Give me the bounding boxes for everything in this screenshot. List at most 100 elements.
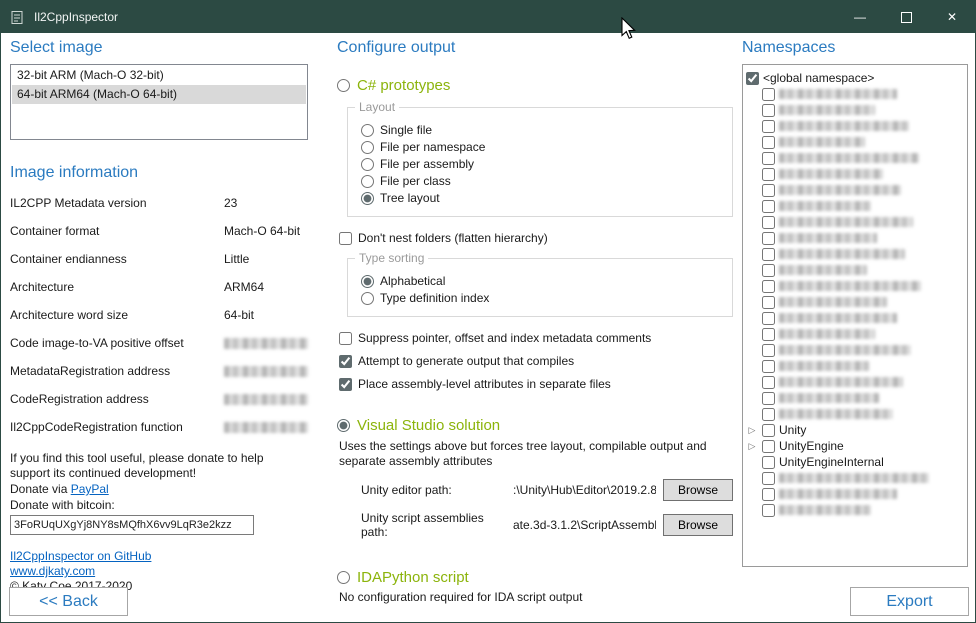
namespace-row[interactable] (746, 310, 964, 326)
namespace-checkbox[interactable] (762, 440, 775, 453)
bitcoin-address-input[interactable] (10, 515, 254, 535)
namespace-checkbox[interactable] (762, 248, 775, 261)
sorting-alphabetical-radio[interactable] (361, 275, 374, 288)
namespace-row[interactable]: <global namespace> (746, 70, 964, 86)
sorting-type-definition-index-radio[interactable] (361, 292, 374, 305)
browse-unity-editor-button[interactable]: Browse (663, 479, 733, 501)
minimize-button[interactable]: — (837, 1, 883, 33)
namespace-checkbox[interactable] (762, 392, 775, 405)
namespace-row[interactable] (746, 86, 964, 102)
namespace-checkbox[interactable] (762, 504, 775, 517)
compilable-output-label: Attempt to generate output that compiles (358, 354, 574, 368)
namespace-checkbox[interactable] (762, 216, 775, 229)
namespace-row[interactable] (746, 246, 964, 262)
image-information-heading: Image information (10, 164, 308, 182)
namespace-checkbox[interactable] (762, 360, 775, 373)
website-link[interactable]: www.djkaty.com (10, 564, 95, 578)
suppress-metadata-comments-checkbox[interactable] (339, 332, 352, 345)
separate-attribute-files-checkbox[interactable] (339, 378, 352, 391)
image-list-item[interactable]: 32-bit ARM (Mach-O 32-bit) (12, 66, 306, 85)
image-listbox[interactable]: 32-bit ARM (Mach-O 32-bit) 64-bit ARM64 … (10, 64, 308, 140)
namespace-checkbox[interactable] (762, 296, 775, 309)
namespace-row[interactable] (746, 390, 964, 406)
namespace-row[interactable]: ▷ UnityEngine (746, 438, 964, 454)
visual-studio-solution-radio[interactable] (337, 419, 350, 432)
namespace-checkbox[interactable] (762, 376, 775, 389)
namespace-checkbox[interactable] (762, 88, 775, 101)
namespaces-panel: Namespaces <global namespace> (742, 39, 968, 567)
namespace-checkbox[interactable] (762, 456, 775, 469)
expander-icon[interactable]: ▷ (746, 422, 758, 438)
namespace-checkbox[interactable] (762, 152, 775, 165)
namespace-row[interactable] (746, 358, 964, 374)
namespace-checkbox[interactable] (762, 104, 775, 117)
close-button[interactable]: ✕ (929, 1, 975, 33)
namespace-row[interactable] (746, 278, 964, 294)
namespace-row[interactable] (746, 262, 964, 278)
namespace-row[interactable] (746, 294, 964, 310)
namespace-row[interactable] (746, 166, 964, 182)
namespace-checkbox[interactable] (762, 200, 775, 213)
namespace-checkbox[interactable] (762, 280, 775, 293)
namespace-row[interactable] (746, 150, 964, 166)
idapython-script-radio[interactable] (337, 571, 350, 584)
csharp-prototypes-radio[interactable] (337, 79, 350, 92)
layout-file-per-class-radio[interactable] (361, 175, 374, 188)
namespace-row[interactable] (746, 214, 964, 230)
redacted-label (779, 105, 875, 115)
image-list-item-selected[interactable]: 64-bit ARM64 (Mach-O 64-bit) (12, 85, 306, 104)
namespace-checkbox[interactable] (762, 312, 775, 325)
namespace-checkbox[interactable] (762, 424, 775, 437)
layout-tree-layout-radio[interactable] (361, 192, 374, 205)
namespace-checkbox[interactable] (762, 472, 775, 485)
export-button[interactable]: Export (850, 587, 969, 616)
namespace-checkbox[interactable] (762, 264, 775, 277)
namespace-row[interactable] (746, 182, 964, 198)
namespace-checkbox[interactable] (762, 328, 775, 341)
namespace-checkbox[interactable] (762, 408, 775, 421)
namespace-row[interactable] (746, 502, 964, 518)
idapython-script-label: IDAPython script (357, 569, 469, 586)
namespace-checkbox[interactable] (762, 120, 775, 133)
namespace-row[interactable] (746, 486, 964, 502)
maximize-icon (901, 12, 912, 23)
expander-icon[interactable]: ▷ (746, 438, 758, 454)
namespace-row[interactable]: ▷ Unity (746, 422, 964, 438)
layout-file-per-assembly-radio[interactable] (361, 158, 374, 171)
namespace-row[interactable] (746, 374, 964, 390)
layout-option-label: File per class (380, 174, 451, 188)
namespace-checkbox[interactable] (762, 488, 775, 501)
namespace-row[interactable] (746, 198, 964, 214)
layout-file-per-namespace-radio[interactable] (361, 141, 374, 154)
namespace-row[interactable] (746, 134, 964, 150)
namespace-checkbox[interactable] (762, 232, 775, 245)
namespace-checkbox[interactable] (746, 72, 759, 85)
github-link[interactable]: Il2CppInspector on GitHub (10, 549, 151, 563)
window-controls: — ✕ (837, 1, 975, 33)
namespace-list[interactable]: <global namespace> (742, 64, 968, 567)
namespace-row[interactable] (746, 230, 964, 246)
namespace-checkbox[interactable] (762, 344, 775, 357)
layout-single-file-radio[interactable] (361, 124, 374, 137)
paypal-link[interactable]: PayPal (71, 482, 109, 496)
back-button[interactable]: << Back (9, 587, 128, 616)
namespace-row[interactable] (746, 102, 964, 118)
compilable-output-checkbox[interactable] (339, 355, 352, 368)
maximize-button[interactable] (883, 1, 929, 33)
namespace-row[interactable] (746, 326, 964, 342)
namespace-row[interactable] (746, 470, 964, 486)
namespace-row[interactable] (746, 406, 964, 422)
namespace-row[interactable]: UnityEngineInternal (746, 454, 964, 470)
namespace-checkbox[interactable] (762, 168, 775, 181)
sorting-option-label: Alphabetical (380, 274, 445, 288)
redacted-label (779, 329, 875, 339)
namespace-row[interactable] (746, 118, 964, 134)
browse-script-assemblies-button[interactable]: Browse (663, 514, 733, 536)
namespace-checkbox[interactable] (762, 136, 775, 149)
info-value: 64-bit (224, 308, 308, 322)
flatten-hierarchy-checkbox[interactable] (339, 232, 352, 245)
namespace-row[interactable] (746, 342, 964, 358)
namespace-checkbox[interactable] (762, 184, 775, 197)
info-label: Il2CppCodeRegistration function (10, 420, 224, 434)
type-sorting-groupbox: Type sorting Alphabetical Type definitio… (347, 258, 733, 317)
